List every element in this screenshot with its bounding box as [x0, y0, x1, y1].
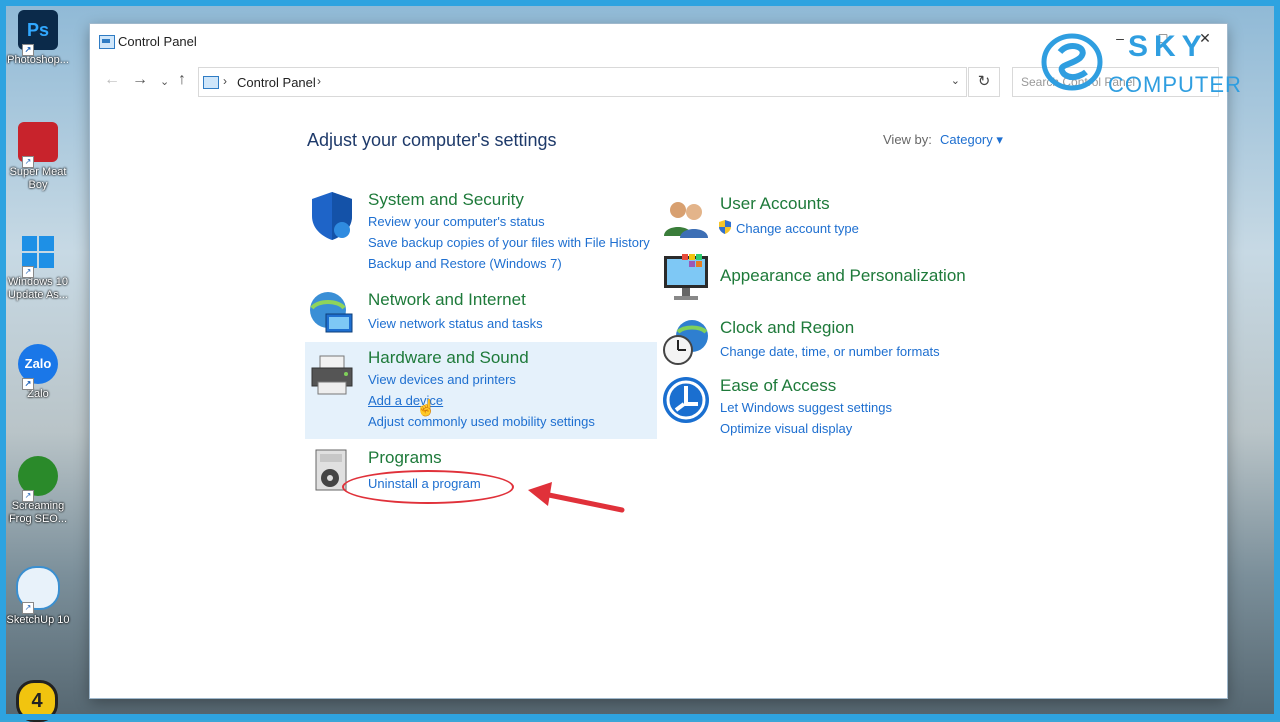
accessibility-icon[interactable] — [662, 376, 710, 424]
link-date-time-formats[interactable]: Change date, time, or number formats — [720, 344, 940, 359]
breadcrumb-separator-icon[interactable]: › — [317, 74, 321, 88]
link-review-status[interactable]: Review your computer's status — [368, 214, 545, 229]
hand-cursor-icon: ☝ — [416, 400, 436, 417]
shortcut-arrow-icon: ↗ — [22, 602, 34, 614]
view-by-dropdown[interactable]: Category ▾ — [940, 132, 1003, 148]
category-title-programs[interactable]: Programs — [368, 448, 442, 468]
page-title: Adjust your computer's settings — [307, 130, 557, 150]
control-panel-icon — [99, 35, 115, 49]
up-arrow-icon[interactable]: ↑ — [178, 71, 186, 89]
category-network-internet: Network and Internet View network status… — [308, 290, 648, 340]
printer-icon[interactable] — [308, 352, 356, 400]
annotation-arrow-icon — [526, 480, 626, 520]
breadcrumb-control-panel[interactable]: Control Panel — [237, 75, 316, 90]
link-optimize-display[interactable]: Optimize visual display — [720, 421, 852, 436]
frog-icon: ↗ — [18, 456, 58, 502]
category-title-appearance[interactable]: Appearance and Personalization — [720, 266, 966, 286]
desktop-icon-photoshop[interactable]: Ps ↗ Photoshop... — [6, 10, 70, 67]
link-network-status[interactable]: View network status and tasks — [368, 316, 543, 331]
uac-shield-icon — [718, 220, 732, 234]
category-title-network-internet[interactable]: Network and Internet — [368, 290, 526, 310]
zalo-icon: Zalo ↗ — [18, 344, 58, 390]
view-by-label: View by: — [883, 132, 932, 147]
desktop-icon-label: Photoshop... — [7, 54, 69, 66]
back-arrow-icon[interactable]: ← — [104, 71, 120, 89]
window-title: Control Panel — [118, 34, 197, 49]
desktop-icon-label: Zalo — [27, 388, 49, 400]
desktop-icon-screaming-frog[interactable]: ↗ Screaming Frog SEO... — [6, 456, 70, 526]
desktop-icon-sketchup[interactable]: ↗ SketchUp 10 — [6, 566, 70, 627]
desktop-icon-windows-update[interactable]: ↗ Windows 10 Update As... — [6, 232, 70, 302]
shortcut-arrow-icon: ↗ — [22, 266, 34, 278]
desktop-icon-label: SketchUp 10 — [6, 614, 70, 626]
photoshop-icon: Ps ↗ — [18, 10, 58, 56]
shortcut-arrow-icon: ↗ — [22, 156, 34, 168]
meat-boy-icon: ↗ — [18, 122, 58, 168]
logo-text-sky: SKY — [1128, 30, 1208, 63]
link-backup-restore[interactable]: Backup and Restore (Windows 7) — [368, 256, 562, 271]
desktop-icon-label: Screaming Frog SEO... — [8, 500, 68, 525]
clock-globe-icon[interactable] — [662, 318, 710, 366]
refresh-button[interactable]: ↻ — [968, 67, 1000, 97]
shield-icon[interactable] — [308, 190, 356, 240]
monitor-color-icon[interactable] — [662, 252, 710, 300]
category-ease-of-access: Ease of Access Let Windows suggest setti… — [662, 376, 1002, 442]
breadcrumb-separator-icon[interactable]: › — [223, 74, 227, 88]
desktop-icon-super-meat-boy[interactable]: ↗ Super Meat Boy — [6, 122, 70, 192]
annotation-ellipse — [342, 470, 514, 504]
category-user-accounts: User Accounts Change account type — [662, 194, 1002, 244]
globe-network-icon[interactable] — [308, 290, 356, 338]
category-clock-region: Clock and Region Change date, time, or n… — [662, 318, 1002, 368]
address-dropdown-chevron-icon[interactable]: ⌄ — [951, 74, 960, 87]
category-appearance-personalization: Appearance and Personalization — [662, 252, 1002, 308]
logo-mark-icon — [1041, 33, 1103, 91]
address-bar[interactable]: › Control Panel › ⌄ — [198, 67, 967, 97]
category-title-clock-region[interactable]: Clock and Region — [720, 318, 854, 338]
desktop-icon-partial[interactable]: 4 — [16, 680, 58, 722]
shortcut-arrow-icon: ↗ — [22, 44, 34, 56]
category-title-user-accounts[interactable]: User Accounts — [720, 194, 830, 214]
control-panel-icon — [203, 76, 219, 89]
link-file-history[interactable]: Save backup copies of your files with Fi… — [368, 235, 650, 250]
category-title-system-security[interactable]: System and Security — [368, 190, 524, 210]
sky-computer-logo: SKY COMPUTER — [1040, 30, 1250, 100]
sketchup-icon: ↗ — [16, 566, 60, 614]
recent-locations-chevron-icon[interactable]: ⌄ — [160, 75, 169, 88]
logo-text-computer: COMPUTER — [1108, 72, 1242, 97]
desktop-icon-label: Super Meat Boy — [9, 166, 67, 191]
desktop-icon-label: Windows 10 Update As... — [8, 276, 68, 301]
category-hardware-sound: Hardware and Sound View devices and prin… — [308, 348, 648, 434]
link-mobility-settings[interactable]: Adjust commonly used mobility settings — [368, 414, 595, 429]
shortcut-arrow-icon: ↗ — [22, 490, 34, 502]
link-devices-printers[interactable]: View devices and printers — [368, 372, 516, 387]
category-system-security: System and Security Review your computer… — [308, 190, 650, 272]
desktop-icon-zalo[interactable]: Zalo ↗ Zalo — [6, 344, 70, 401]
link-windows-suggest[interactable]: Let Windows suggest settings — [720, 400, 892, 415]
control-panel-window: Control Panel – □ ✕ ← → ⌄ ↑ › Control Pa… — [90, 24, 1227, 698]
link-change-account-type[interactable]: Change account type — [736, 221, 859, 236]
windows-logo-icon: ↗ — [18, 232, 58, 278]
users-icon[interactable] — [662, 194, 710, 242]
category-title-hardware-sound[interactable]: Hardware and Sound — [368, 348, 529, 368]
shortcut-arrow-icon: ↗ — [22, 378, 34, 390]
forward-arrow-icon[interactable]: → — [132, 71, 148, 89]
category-title-ease-of-access[interactable]: Ease of Access — [720, 376, 836, 396]
